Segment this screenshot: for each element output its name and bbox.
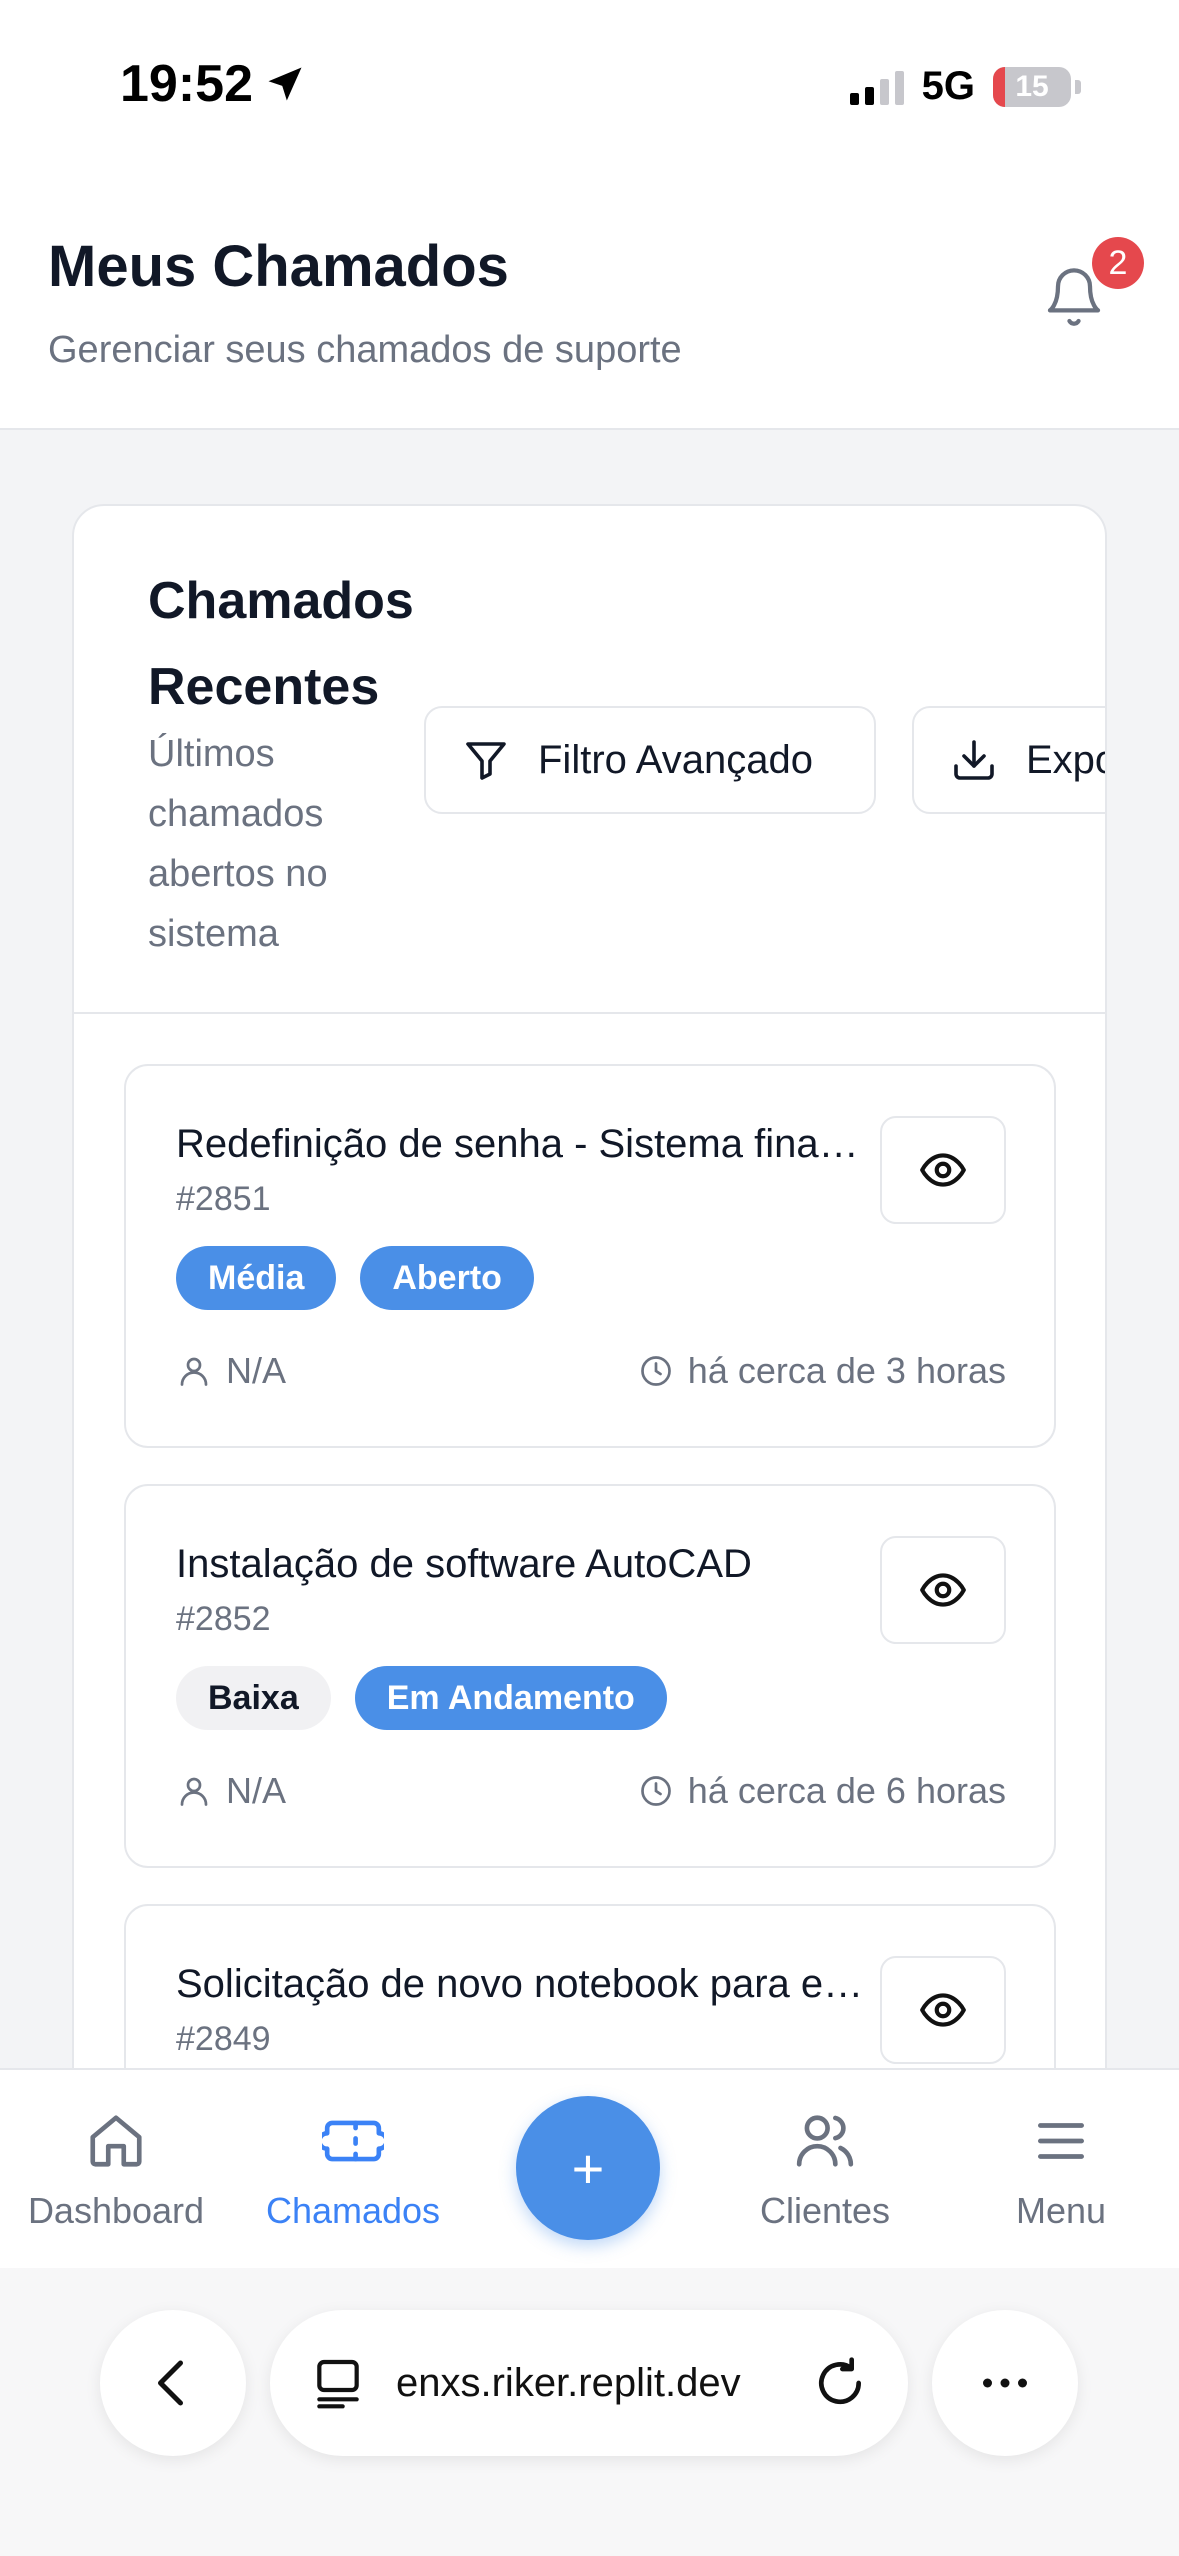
priority-badge: Baixa	[176, 1666, 331, 1730]
browser-toolbar: enxs.riker.replit.dev	[0, 2268, 1179, 2556]
ticket-id: #2851	[176, 1180, 271, 1218]
user-icon	[180, 1777, 208, 1806]
location-arrow-icon	[268, 67, 302, 101]
ticket-tags: Média Aberto	[176, 1246, 534, 1310]
app-header: Meus Chamados Gerenciar seus chamados de…	[0, 175, 1179, 430]
view-ticket-button[interactable]	[880, 1116, 1006, 1224]
status-bar: 19:52 5G 15	[0, 0, 1179, 175]
view-ticket-button[interactable]	[880, 1956, 1006, 2064]
ticket-id: #2849	[176, 2020, 271, 2058]
status-badge: Em Andamento	[354, 1666, 667, 1730]
page-title: Meus Chamados	[48, 234, 509, 299]
users-icon	[796, 2115, 854, 2167]
ticket-time: há cerca de 6 horas	[638, 1770, 1006, 1812]
clock-icon	[640, 1356, 671, 1386]
ticket-card[interactable]: Instalação de software AutoCAD #2852 Bai…	[124, 1484, 1056, 1868]
nav-label-dashboard: Dashboard	[27, 2190, 205, 2231]
browser-back-button[interactable]	[100, 2310, 246, 2456]
chevron-left-icon	[158, 2360, 183, 2406]
recent-tickets-header: Chamados Recentes Últimos chamados abert…	[74, 506, 1105, 1014]
filter-icon	[466, 742, 506, 780]
ticket-time-text: há cerca de 3 horas	[687, 1350, 1006, 1391]
signal-icon	[849, 69, 904, 105]
nav-label-menu: Menu	[1015, 2190, 1107, 2231]
ticket-time: há cerca de 3 horas	[638, 1350, 1006, 1392]
nav-item-dashboard[interactable]: Dashboard	[6, 2110, 226, 2232]
notification-badge: 2	[1092, 237, 1144, 289]
status-badge: Aberto	[360, 1246, 534, 1310]
recent-tickets-description: Últimos chamados abertos no sistema	[148, 733, 328, 955]
hamburger-menu-icon	[1038, 2123, 1084, 2159]
view-ticket-button[interactable]	[880, 1536, 1006, 1644]
battery-icon: 15	[993, 66, 1071, 107]
eye-icon	[920, 1153, 966, 1187]
eye-icon	[920, 1573, 966, 1607]
status-time-text: 19:52	[120, 55, 253, 113]
export-button[interactable]: Exportar	[912, 706, 1105, 814]
more-horizontal-icon	[983, 2378, 1027, 2388]
download-icon	[954, 740, 994, 780]
tabs-icon	[317, 2359, 359, 2409]
home-icon	[90, 2115, 142, 2167]
url-text: enxs.riker.replit.dev	[396, 2360, 741, 2405]
ticket-assignee: N/A	[176, 1350, 286, 1392]
ticket-title: Instalação de software AutoCAD	[176, 1542, 752, 1586]
status-time: 19:52	[120, 54, 307, 114]
ticket-title: Solicitação de novo notebook para equipe	[176, 1962, 876, 2006]
ticket-title: Redefinição de senha - Sistema financeir…	[176, 1122, 876, 1166]
advanced-filter-label: Filtro Avançado	[538, 737, 813, 782]
advanced-filter-button[interactable]: Filtro Avançado	[424, 706, 876, 814]
bottom-nav: Dashboard Chamados + Clientes Menu	[0, 2068, 1179, 2268]
ticket-assignee: N/A	[176, 1770, 286, 1812]
ticket-assignee-text: N/A	[226, 1770, 287, 1811]
browser-more-button[interactable]	[932, 2310, 1078, 2456]
recent-tickets-title: Chamados Recentes	[148, 572, 414, 716]
new-ticket-button[interactable]: +	[516, 2096, 660, 2240]
network-type: 5G	[921, 64, 975, 108]
ticket-time-text: há cerca de 6 horas	[687, 1770, 1006, 1811]
battery-level: 15	[1015, 69, 1049, 103]
address-bar[interactable]: enxs.riker.replit.dev	[270, 2310, 908, 2456]
nav-item-menu[interactable]: Menu	[951, 2110, 1171, 2232]
ticket-tags: Baixa Em Andamento	[176, 1666, 667, 1730]
user-icon	[180, 1357, 208, 1386]
ticket-id: #2852	[176, 1600, 271, 1638]
nav-item-clientes[interactable]: Clientes	[715, 2110, 935, 2232]
export-label: Exportar	[1026, 737, 1105, 782]
recent-tickets-card: Chamados Recentes Últimos chamados abert…	[72, 504, 1107, 2104]
page-subtitle: Gerenciar seus chamados de suporte	[48, 329, 682, 371]
priority-badge: Média	[176, 1246, 337, 1310]
status-indicators: 5G 15	[849, 64, 1081, 109]
nav-item-chamados[interactable]: Chamados	[243, 2110, 463, 2232]
reload-icon[interactable]	[812, 2355, 868, 2411]
ticket-icon	[322, 2120, 384, 2162]
ticket-card[interactable]: Redefinição de senha - Sistema financeir…	[124, 1064, 1056, 1448]
clock-icon	[640, 1776, 671, 1806]
eye-icon	[920, 1993, 966, 2027]
ticket-assignee-text: N/A	[226, 1350, 287, 1391]
nav-label-chamados: Chamados	[265, 2190, 441, 2231]
nav-label-clientes: Clientes	[759, 2190, 891, 2231]
